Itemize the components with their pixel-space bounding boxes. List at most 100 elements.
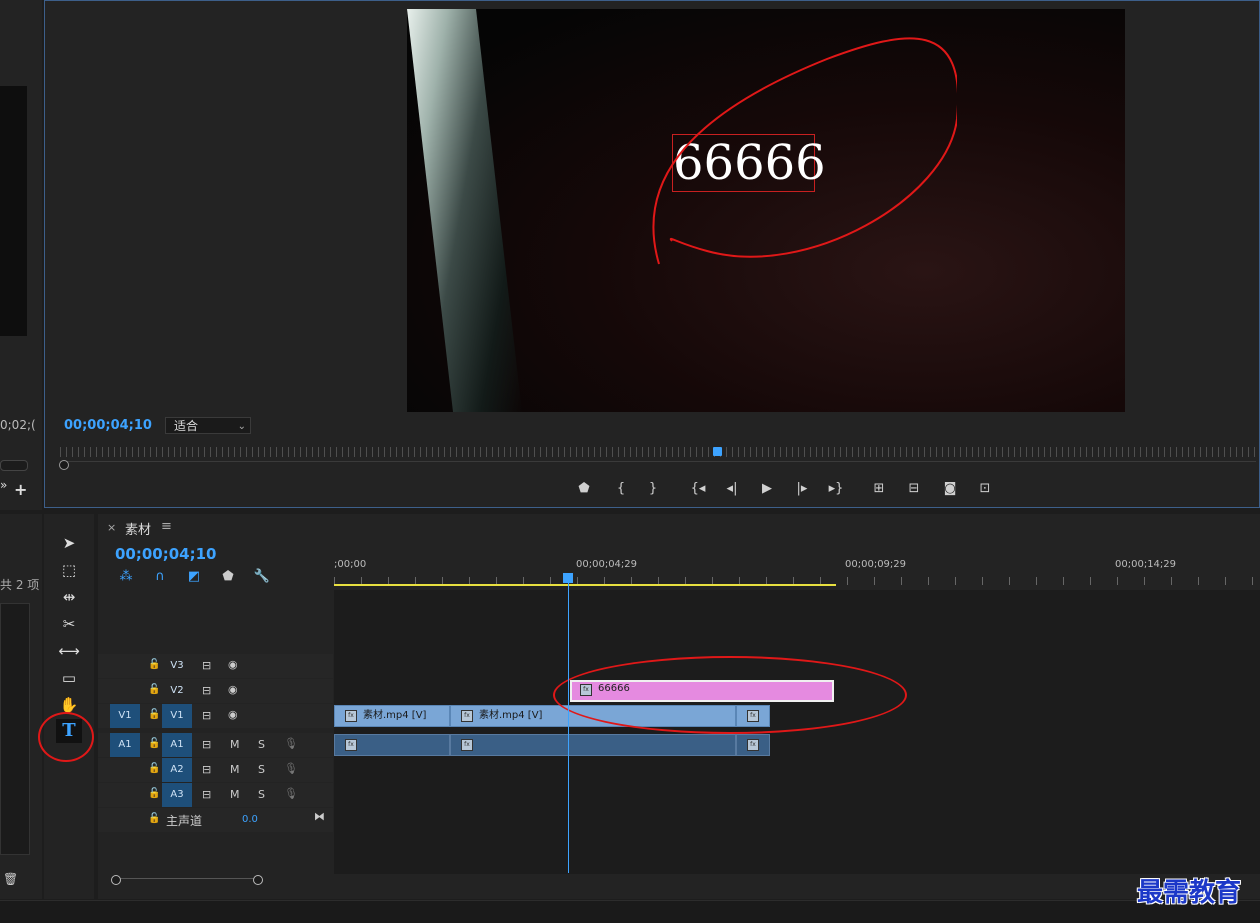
eye-icon[interactable]: ◉ xyxy=(228,658,238,671)
panel-expand-icon[interactable]: » xyxy=(0,478,7,492)
solo-button[interactable]: S xyxy=(258,763,265,776)
mute-button[interactable]: M xyxy=(230,763,240,776)
source-timecode: 0;02;( xyxy=(0,418,36,432)
add-marker-icon[interactable]: ⬟ xyxy=(573,480,595,498)
sync-lock-icon[interactable]: ⊟ xyxy=(202,684,211,697)
nest-icon[interactable]: ⁂ xyxy=(116,569,136,585)
track-header-v2: 🔓 V2 ⊟ ◉ xyxy=(98,679,333,703)
scrollbar-handle-right[interactable] xyxy=(253,875,263,885)
go-to-out-icon[interactable]: ▸} xyxy=(825,480,847,498)
mute-button[interactable]: M xyxy=(230,738,240,751)
program-timecode[interactable]: 00;00;04;10 xyxy=(64,418,152,433)
mark-out-icon[interactable]: } xyxy=(642,480,664,498)
source-track-label[interactable]: A1 xyxy=(110,733,140,757)
export-frame-icon[interactable]: ◙ xyxy=(939,480,961,498)
step-forward-icon[interactable]: |▸ xyxy=(791,480,813,498)
timeline-timecode[interactable]: 00;00;04;10 xyxy=(115,545,217,563)
razor-tool-icon[interactable]: ✂ xyxy=(58,614,80,634)
lock-icon[interactable]: 🔓 xyxy=(148,684,160,695)
lift-icon[interactable]: ⊞ xyxy=(868,480,890,498)
work-area-bar[interactable] xyxy=(334,584,836,586)
fx-badge-icon: fx xyxy=(345,739,357,751)
program-video-frame[interactable]: 66666 xyxy=(407,9,1125,412)
ripple-edit-tool-icon[interactable]: ⇹ xyxy=(58,587,80,607)
master-expand-icon[interactable]: ⧓ xyxy=(314,810,325,823)
track-label[interactable]: V2 xyxy=(162,679,192,703)
slip-tool-icon[interactable]: ⟷ xyxy=(58,641,80,661)
pen-tool-icon[interactable]: ▭ xyxy=(58,668,80,688)
linked-selection-icon[interactable]: ◩ xyxy=(184,569,204,585)
audio-clip[interactable]: fx xyxy=(736,734,770,756)
project-list[interactable] xyxy=(0,603,30,855)
sequence-tab[interactable]: 素材 xyxy=(125,519,151,538)
step-back-icon[interactable]: ◂| xyxy=(721,480,743,498)
eye-icon[interactable]: ◉ xyxy=(228,683,238,696)
track-label[interactable]: A2 xyxy=(162,758,192,782)
sync-lock-icon[interactable]: ⊟ xyxy=(202,763,211,776)
track-label[interactable]: V1 xyxy=(162,704,192,728)
mark-in-icon[interactable]: { xyxy=(610,480,632,498)
zoom-fit-select[interactable]: 适合 ⌄ xyxy=(165,417,251,434)
microphone-icon[interactable]: 🎙 xyxy=(284,762,298,775)
timeline-playhead[interactable] xyxy=(563,573,573,583)
ruler-label: 00;00;14;29 xyxy=(1115,559,1177,570)
go-to-in-icon[interactable]: {◂ xyxy=(687,480,709,498)
video-clip[interactable]: fx 素材.mp4 [V] xyxy=(334,705,450,727)
scrollbar-handle[interactable] xyxy=(59,460,69,470)
track-area[interactable] xyxy=(334,590,1260,874)
fx-badge-icon: fx xyxy=(747,739,759,751)
add-marker-icon[interactable]: ⬟ xyxy=(218,569,238,585)
microphone-icon[interactable]: 🎙 xyxy=(284,737,298,750)
timeline-zoom-scrollbar[interactable] xyxy=(116,878,258,884)
lock-icon[interactable]: 🔓 xyxy=(148,813,160,824)
track-header-a1: A1 🔓 A1 ⊟ M S 🎙 xyxy=(98,733,333,757)
program-playhead[interactable] xyxy=(713,447,722,456)
lock-icon[interactable]: 🔓 xyxy=(148,763,160,774)
master-volume-value[interactable]: 0.0 xyxy=(242,814,258,825)
source-zoom-scrollbar[interactable] xyxy=(0,460,28,471)
sync-lock-icon[interactable]: ⊟ xyxy=(202,788,211,801)
sync-lock-icon[interactable]: ⊟ xyxy=(202,709,211,722)
microphone-icon[interactable]: 🎙 xyxy=(284,787,298,800)
video-light-streak xyxy=(407,9,522,412)
trash-icon[interactable]: 🗑 xyxy=(3,872,18,886)
lock-icon[interactable]: 🔓 xyxy=(148,738,160,749)
zoom-fit-value: 适合 xyxy=(174,419,199,433)
snap-magnet-icon[interactable]: ∩ xyxy=(150,569,170,585)
status-bar xyxy=(0,900,1260,923)
watermark-logo: 最需教育 xyxy=(1137,878,1242,908)
track-header-master: 🔓 主声道 0.0 ⧓ xyxy=(98,808,333,832)
close-icon[interactable]: × xyxy=(107,521,116,534)
mute-button[interactable]: M xyxy=(230,788,240,801)
track-select-tool-icon[interactable]: ⬚ xyxy=(58,560,80,580)
lock-icon[interactable]: 🔓 xyxy=(148,659,160,670)
ruler-label: 00;00;09;29 xyxy=(845,559,907,570)
audio-clip[interactable]: fx xyxy=(334,734,450,756)
fx-badge-icon: fx xyxy=(461,710,473,722)
solo-button[interactable]: S xyxy=(258,788,265,801)
solo-button[interactable]: S xyxy=(258,738,265,751)
lock-icon[interactable]: 🔓 xyxy=(148,709,160,720)
program-zoom-scrollbar[interactable] xyxy=(60,461,1256,470)
button-editor-icon[interactable]: ⊡ xyxy=(974,480,996,498)
eye-icon[interactable]: ◉ xyxy=(228,708,238,721)
source-thumbnail xyxy=(0,86,27,336)
project-items-count: 共 2 项 xyxy=(0,578,40,592)
play-icon[interactable]: ▶ xyxy=(756,480,778,498)
sync-lock-icon[interactable]: ⊟ xyxy=(202,738,211,751)
track-label[interactable]: A1 xyxy=(162,733,192,757)
track-label[interactable]: A3 xyxy=(162,783,192,807)
lock-icon[interactable]: 🔓 xyxy=(148,788,160,799)
track-label[interactable]: V3 xyxy=(162,654,192,678)
panel-menu-icon[interactable]: ≡ xyxy=(161,519,172,534)
audio-clip[interactable]: fx xyxy=(450,734,736,756)
source-track-label[interactable]: V1 xyxy=(110,704,140,728)
sync-lock-icon[interactable]: ⊟ xyxy=(202,659,211,672)
program-time-ruler[interactable] xyxy=(60,447,1256,457)
wrench-icon[interactable]: 🔧 xyxy=(252,569,272,585)
master-track-label: 主声道 xyxy=(166,814,203,828)
add-button-icon[interactable]: + xyxy=(14,480,27,499)
extract-icon[interactable]: ⊟ xyxy=(903,480,925,498)
scrollbar-handle-left[interactable] xyxy=(111,875,121,885)
selection-tool-icon[interactable]: ➤ xyxy=(58,533,80,553)
